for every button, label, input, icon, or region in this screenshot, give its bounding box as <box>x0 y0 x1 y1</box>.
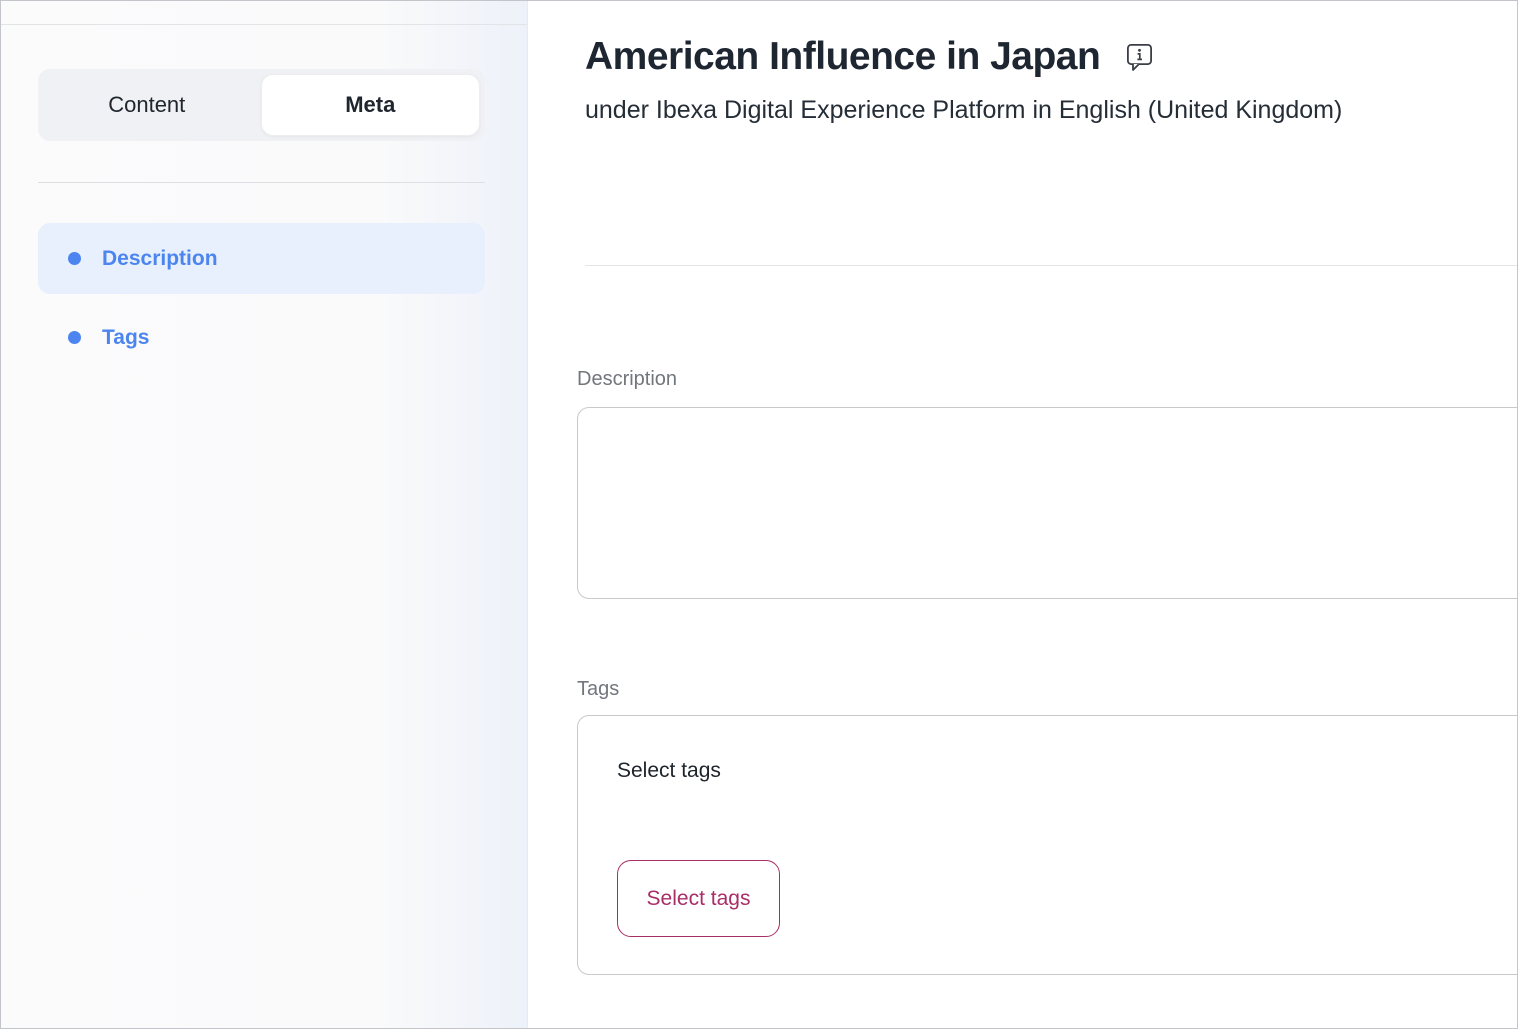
nav-item-description[interactable]: Description <box>38 223 485 294</box>
description-field-group: Description <box>577 366 1517 599</box>
tags-field-label: Tags <box>577 676 1517 702</box>
description-input[interactable] <box>577 407 1518 599</box>
title-row: American Influence in Japan <box>585 34 1517 81</box>
tab-content[interactable]: Content <box>38 69 256 141</box>
description-field-label: Description <box>577 366 1517 392</box>
sidebar: Content Meta Description Tags <box>1 1 528 1028</box>
nav-item-tags[interactable]: Tags <box>38 302 485 373</box>
main-content: American Influence in Japan under Ibexa … <box>528 1 1517 1028</box>
sidebar-divider <box>38 182 485 183</box>
nav-item-label: Tags <box>102 326 149 350</box>
content-edit-screen: Content Meta Description Tags American I… <box>0 0 1518 1029</box>
tab-meta[interactable]: Meta <box>261 74 481 136</box>
info-tooltip-icon[interactable] <box>1124 41 1155 79</box>
page-title: American Influence in Japan <box>585 34 1100 81</box>
bullet-icon <box>68 331 81 344</box>
page-subtitle: under Ibexa Digital Experience Platform … <box>585 95 1517 125</box>
tags-field-group: Tags Select tags Select tags <box>577 676 1517 975</box>
main-divider <box>585 265 1517 266</box>
content-meta-tab-switcher: Content Meta <box>38 69 485 141</box>
anchor-nav: Description Tags <box>38 223 485 373</box>
tags-field-box: Select tags Select tags <box>577 715 1518 975</box>
select-tags-button[interactable]: Select tags <box>617 860 780 937</box>
sidebar-topbar <box>1 1 527 25</box>
select-tags-label: Select tags <box>617 757 1518 784</box>
bullet-icon <box>68 252 81 265</box>
nav-item-label: Description <box>102 247 218 271</box>
